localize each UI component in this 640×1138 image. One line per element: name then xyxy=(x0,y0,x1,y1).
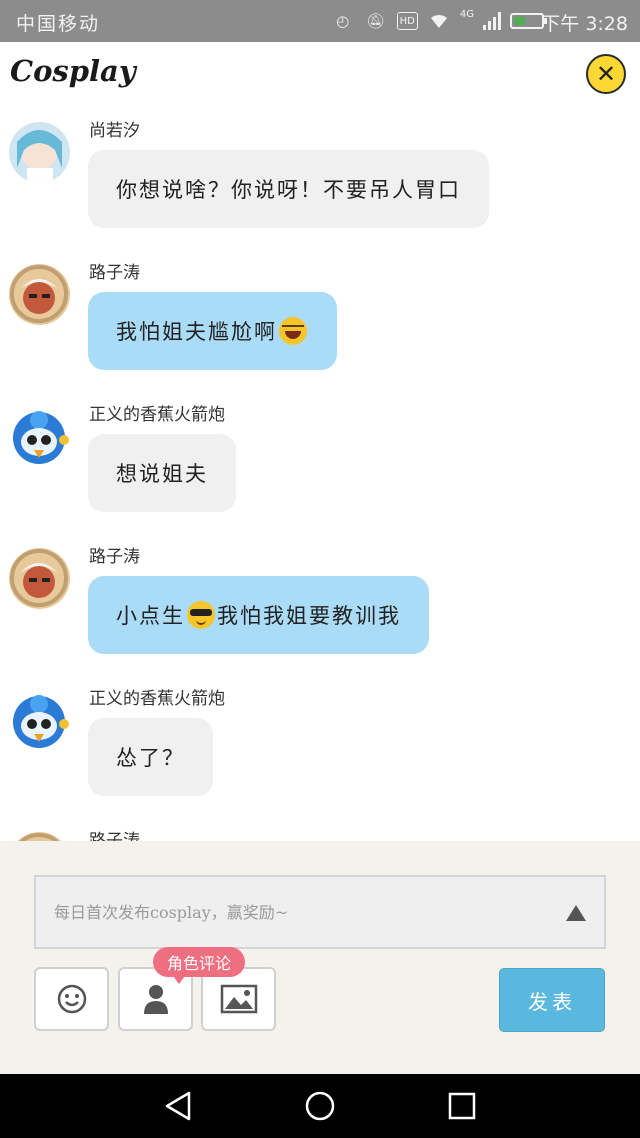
avatar[interactable] xyxy=(9,264,70,325)
mute-icon: 🔕︎ xyxy=(366,12,386,30)
avatar[interactable] xyxy=(9,832,70,841)
username: 正义的香蕉火箭炮 xyxy=(89,689,225,709)
home-circle-icon xyxy=(305,1091,335,1121)
laugh-emoji-icon xyxy=(279,317,307,345)
username: 路子涛 xyxy=(89,263,140,283)
message-text: 我怕姐夫尴尬啊 xyxy=(116,320,277,344)
clock: 下午 3:28 xyxy=(541,13,628,35)
carrier-name: 中国移动 xyxy=(16,13,101,35)
smiley-icon xyxy=(57,984,86,1014)
alarm-icon: ◴ xyxy=(336,12,350,30)
close-button[interactable]: ✕ xyxy=(586,54,626,94)
username: 尚若汐 xyxy=(89,121,140,141)
sunglasses-emoji-icon xyxy=(187,601,215,629)
message-bubble[interactable]: 想说姐夫 xyxy=(88,434,236,512)
home-button[interactable] xyxy=(302,1088,338,1124)
role-comment-tooltip: 角色评论 xyxy=(153,947,246,984)
hd-icon: HD xyxy=(396,12,418,30)
page-header: Cosplay ✕ xyxy=(0,42,640,104)
emoji-button[interactable] xyxy=(34,967,109,1031)
message-bubble[interactable]: 小点生 我怕我姐要教训我 xyxy=(88,576,429,654)
status-icons: ◴ 🔕︎ HD 4G xyxy=(331,9,547,33)
message-bubble[interactable]: 怂了？ xyxy=(88,718,213,796)
message-bubble[interactable]: 你想说啥？你说呀！不要吊人胃口 xyxy=(88,150,489,228)
message-text: 你想说啥？你说呀！不要吊人胃口 xyxy=(116,178,461,202)
message-text-before: 小点生 xyxy=(116,604,185,628)
send-button[interactable]: 发表 xyxy=(499,968,605,1032)
close-icon: ✕ xyxy=(595,60,617,88)
image-icon xyxy=(220,984,257,1014)
recents-square-icon xyxy=(448,1092,476,1120)
battery-icon xyxy=(510,13,547,29)
avatar[interactable] xyxy=(9,406,70,467)
message-text: 怂了？ xyxy=(116,746,185,770)
recents-button[interactable] xyxy=(444,1088,480,1124)
avatar[interactable] xyxy=(9,690,70,751)
person-icon xyxy=(143,985,168,1014)
status-bar: 中国移动 ◴ 🔕︎ HD 4G 下午 3:28 xyxy=(0,0,640,42)
signal-icon xyxy=(483,12,501,30)
system-nav-bar xyxy=(0,1074,640,1138)
message-text-after: 我怕我姐要教训我 xyxy=(217,604,401,628)
message-list[interactable]: 尚若汐 你想说啥？你说呀！不要吊人胃口 路子涛 我怕姐夫尴尬啊 正义的香蕉火箭炮… xyxy=(0,104,640,841)
message-bubble[interactable]: 我怕姐夫尴尬啊 xyxy=(88,292,337,370)
avatar[interactable] xyxy=(9,548,70,609)
back-triangle-icon xyxy=(165,1091,191,1121)
username: 路子涛 xyxy=(89,831,140,841)
back-button[interactable] xyxy=(160,1088,196,1124)
expand-up-icon[interactable] xyxy=(566,905,586,921)
wifi-icon xyxy=(427,10,451,32)
comment-input-box xyxy=(34,875,606,949)
comment-input[interactable] xyxy=(36,877,556,947)
username: 正义的香蕉火箭炮 xyxy=(89,405,225,425)
avatar[interactable] xyxy=(9,122,70,183)
page-title: Cosplay xyxy=(10,54,136,88)
network-type: 4G xyxy=(459,9,474,20)
message-text: 想说姐夫 xyxy=(116,462,208,486)
username: 路子涛 xyxy=(89,547,140,567)
compose-panel: 角色评论 发表 xyxy=(0,841,640,1074)
